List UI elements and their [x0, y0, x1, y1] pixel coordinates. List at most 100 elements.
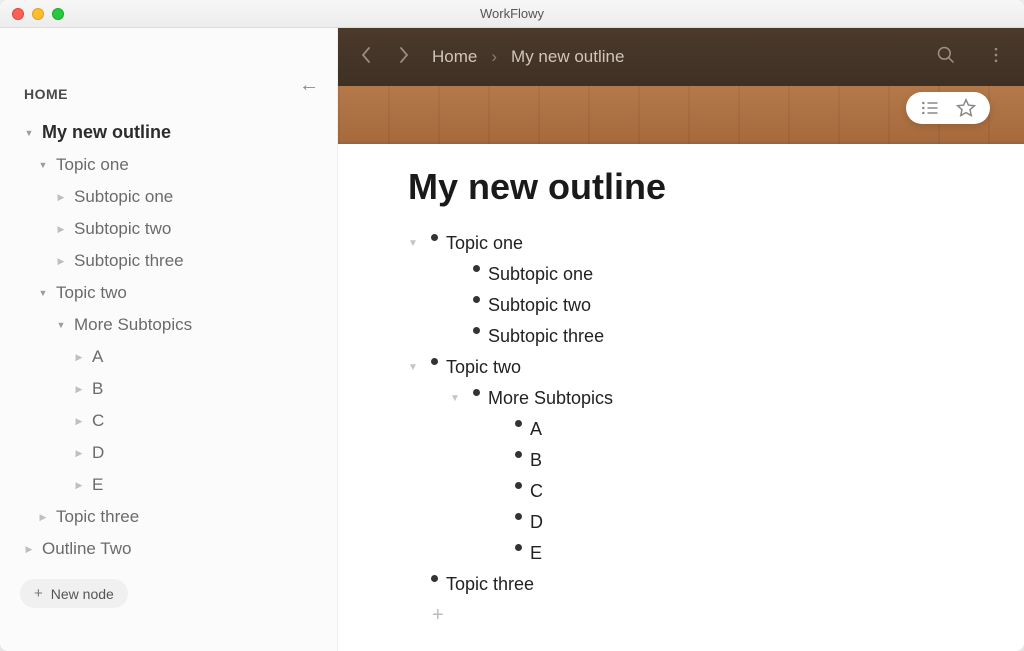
bullet-icon[interactable]: [510, 416, 526, 427]
bullet-icon[interactable]: [426, 230, 442, 241]
sidebar-item[interactable]: D: [18, 437, 337, 469]
outline-item[interactable]: Topic one: [408, 228, 954, 259]
outline-item[interactable]: B: [408, 445, 954, 476]
sidebar-item[interactable]: Outline Two: [18, 533, 337, 565]
outline-item-text[interactable]: Topic two: [442, 354, 521, 381]
chevron-down-icon: [450, 261, 468, 267]
document[interactable]: My new outline Topic one Subtopic one Subt…: [338, 144, 1024, 651]
outline-item-text[interactable]: Subtopic one: [484, 261, 593, 288]
nav-forward-button[interactable]: [394, 47, 414, 68]
bullet-icon[interactable]: [468, 292, 484, 303]
outline-item[interactable]: Topic three: [408, 569, 954, 600]
chevron-down-icon[interactable]: [408, 230, 426, 251]
sidebar-item[interactable]: Topic one: [18, 149, 337, 181]
titlebar: WorkFlowy: [0, 0, 1024, 28]
chevron-right-icon[interactable]: [72, 479, 86, 491]
sidebar-item-label: B: [92, 379, 103, 399]
sidebar-item[interactable]: My new outline: [18, 116, 337, 149]
bullet-icon[interactable]: [468, 323, 484, 334]
sidebar-home-label[interactable]: HOME: [0, 46, 337, 116]
chevron-right-icon[interactable]: [22, 543, 36, 555]
outline-item[interactable]: A: [408, 414, 954, 445]
chevron-down-icon[interactable]: [450, 385, 468, 406]
breadcrumb: Home › My new outline: [432, 47, 624, 67]
sidebar-item-label: Subtopic two: [74, 219, 171, 239]
sidebar-item[interactable]: More Subtopics: [18, 309, 337, 341]
outline-item[interactable]: Subtopic two: [408, 290, 954, 321]
maximize-button[interactable]: [52, 8, 64, 20]
sidebar-item[interactable]: Topic two: [18, 277, 337, 309]
outline-item[interactable]: D: [408, 507, 954, 538]
chevron-right-icon[interactable]: [36, 511, 50, 523]
add-item-button[interactable]: +: [408, 600, 954, 627]
sidebar-item[interactable]: C: [18, 405, 337, 437]
outline-item-text[interactable]: B: [526, 447, 542, 474]
chevron-right-icon[interactable]: [54, 255, 68, 267]
close-button[interactable]: [12, 8, 24, 20]
outline-item-text[interactable]: D: [526, 509, 543, 536]
outline-item-text[interactable]: Subtopic two: [484, 292, 591, 319]
sidebar-item-label: More Subtopics: [74, 315, 192, 335]
chevron-down-icon[interactable]: [22, 127, 36, 139]
outline-item-text[interactable]: Subtopic three: [484, 323, 604, 350]
search-icon[interactable]: [936, 45, 956, 70]
sidebar-item-label: Outline Two: [42, 539, 131, 559]
outline-item[interactable]: More Subtopics: [408, 383, 954, 414]
chevron-down-icon[interactable]: [36, 287, 50, 299]
outline-item-text[interactable]: Topic three: [442, 571, 534, 598]
bullet-icon[interactable]: [468, 261, 484, 272]
list-icon[interactable]: [920, 98, 940, 118]
page-title[interactable]: My new outline: [408, 166, 954, 208]
bullet-icon[interactable]: [510, 478, 526, 489]
collapse-sidebar-icon[interactable]: ←: [299, 74, 319, 97]
chevron-right-icon[interactable]: [54, 223, 68, 235]
sidebar-item[interactable]: Subtopic two: [18, 213, 337, 245]
chevron-right-icon[interactable]: [54, 191, 68, 203]
minimize-button[interactable]: [32, 8, 44, 20]
breadcrumb-current[interactable]: My new outline: [511, 47, 624, 67]
app-window: WorkFlowy ← HOME My new outlineTopic one…: [0, 0, 1024, 651]
chevron-right-icon[interactable]: [72, 383, 86, 395]
sidebar-item[interactable]: Subtopic one: [18, 181, 337, 213]
sidebar-item[interactable]: A: [18, 341, 337, 373]
sidebar-item-label: Topic two: [56, 283, 127, 303]
traffic-lights: [0, 8, 64, 20]
outline-item[interactable]: C: [408, 476, 954, 507]
sidebar: ← HOME My new outlineTopic oneSubtopic o…: [0, 28, 338, 651]
bullet-icon[interactable]: [510, 447, 526, 458]
chevron-down-icon[interactable]: [408, 354, 426, 375]
sidebar-item[interactable]: E: [18, 469, 337, 501]
outline-item-text[interactable]: C: [526, 478, 543, 505]
outline-item-text[interactable]: A: [526, 416, 542, 443]
chevron-down-icon[interactable]: [36, 159, 50, 171]
bullet-icon[interactable]: [468, 385, 484, 396]
bullet-icon[interactable]: [510, 509, 526, 520]
chevron-down-icon[interactable]: [54, 319, 68, 331]
sidebar-item[interactable]: B: [18, 373, 337, 405]
outline-item-text[interactable]: E: [526, 540, 542, 567]
chevron-down-icon: [450, 292, 468, 298]
outline-item-text[interactable]: Topic one: [442, 230, 523, 257]
outline-item-text[interactable]: More Subtopics: [484, 385, 613, 412]
breadcrumb-home[interactable]: Home: [432, 47, 477, 67]
toolbar-pill: [906, 92, 990, 124]
sidebar-item[interactable]: Topic three: [18, 501, 337, 533]
bullet-icon[interactable]: [426, 354, 442, 365]
chevron-down-icon: [450, 323, 468, 329]
outline-item[interactable]: Subtopic one: [408, 259, 954, 290]
chevron-right-icon[interactable]: [72, 351, 86, 363]
sidebar-item[interactable]: Subtopic three: [18, 245, 337, 277]
outline-item[interactable]: E: [408, 538, 954, 569]
outline-item[interactable]: Subtopic three: [408, 321, 954, 352]
new-node-label: New node: [51, 586, 114, 602]
chevron-right-icon[interactable]: [72, 447, 86, 459]
outline-item[interactable]: Topic two: [408, 352, 954, 383]
star-icon[interactable]: [956, 98, 976, 118]
nav-back-button[interactable]: [356, 47, 376, 68]
bullet-icon[interactable]: [510, 540, 526, 551]
chevron-right-icon[interactable]: [72, 415, 86, 427]
sidebar-item-label: D: [92, 443, 104, 463]
bullet-icon[interactable]: [426, 571, 442, 582]
new-node-button[interactable]: + New node: [20, 579, 128, 608]
more-menu-icon[interactable]: [986, 45, 1006, 70]
